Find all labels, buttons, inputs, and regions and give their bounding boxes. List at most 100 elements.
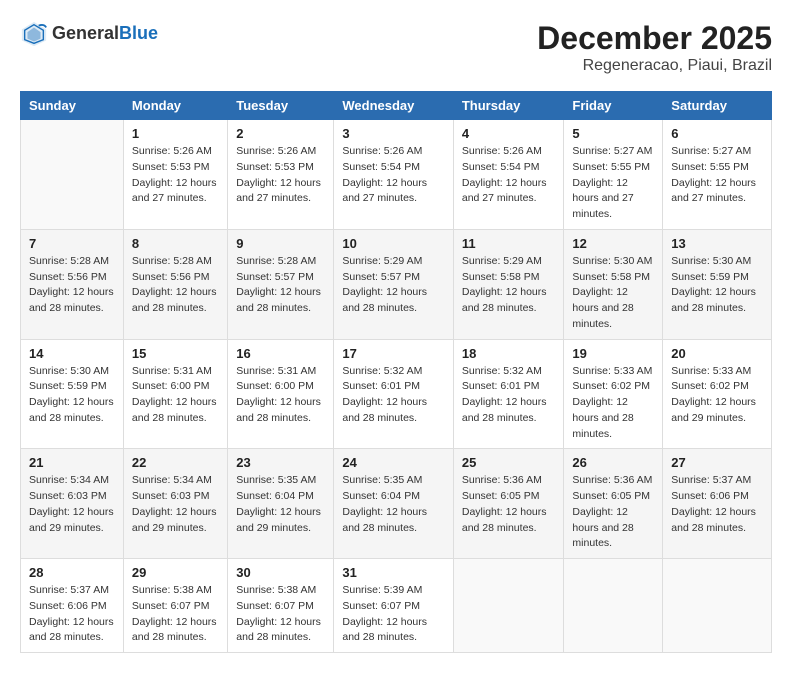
day-info: Sunrise: 5:35 AMSunset: 6:04 PMDaylight:…: [236, 473, 325, 536]
day-cell: 22 Sunrise: 5:34 AMSunset: 6:03 PMDaylig…: [123, 449, 227, 559]
day-number: 11: [462, 236, 556, 251]
day-cell: 12 Sunrise: 5:30 AMSunset: 5:58 PMDaylig…: [564, 229, 663, 339]
day-info: Sunrise: 5:26 AMSunset: 5:54 PMDaylight:…: [342, 144, 445, 207]
day-info: Sunrise: 5:29 AMSunset: 5:58 PMDaylight:…: [462, 254, 556, 317]
day-info: Sunrise: 5:29 AMSunset: 5:57 PMDaylight:…: [342, 254, 445, 317]
day-info: Sunrise: 5:30 AMSunset: 5:59 PMDaylight:…: [29, 364, 115, 427]
day-number: 8: [132, 236, 219, 251]
day-info: Sunrise: 5:30 AMSunset: 5:58 PMDaylight:…: [572, 254, 654, 333]
day-number: 22: [132, 455, 219, 470]
day-cell: 13 Sunrise: 5:30 AMSunset: 5:59 PMDaylig…: [663, 229, 772, 339]
day-number: 4: [462, 126, 556, 141]
day-cell: 7 Sunrise: 5:28 AMSunset: 5:56 PMDayligh…: [21, 229, 124, 339]
day-cell: [21, 120, 124, 230]
day-number: 23: [236, 455, 325, 470]
day-cell: 11 Sunrise: 5:29 AMSunset: 5:58 PMDaylig…: [453, 229, 564, 339]
day-cell: 29 Sunrise: 5:38 AMSunset: 6:07 PMDaylig…: [123, 559, 227, 653]
day-info: Sunrise: 5:26 AMSunset: 5:53 PMDaylight:…: [132, 144, 219, 207]
day-info: Sunrise: 5:30 AMSunset: 5:59 PMDaylight:…: [671, 254, 763, 317]
col-saturday: Saturday: [663, 92, 772, 120]
day-number: 5: [572, 126, 654, 141]
logo-blue: Blue: [119, 23, 158, 45]
day-cell: 15 Sunrise: 5:31 AMSunset: 6:00 PMDaylig…: [123, 339, 227, 449]
day-info: Sunrise: 5:28 AMSunset: 5:56 PMDaylight:…: [132, 254, 219, 317]
logo-general: General: [52, 23, 119, 45]
day-cell: 6 Sunrise: 5:27 AMSunset: 5:55 PMDayligh…: [663, 120, 772, 230]
page-header: General Blue December 2025 Regeneracao, …: [20, 20, 772, 75]
day-number: 3: [342, 126, 445, 141]
day-cell: 5 Sunrise: 5:27 AMSunset: 5:55 PMDayligh…: [564, 120, 663, 230]
day-info: Sunrise: 5:31 AMSunset: 6:00 PMDaylight:…: [132, 364, 219, 427]
week-row-3: 14 Sunrise: 5:30 AMSunset: 5:59 PMDaylig…: [21, 339, 772, 449]
day-info: Sunrise: 5:38 AMSunset: 6:07 PMDaylight:…: [236, 583, 325, 646]
day-info: Sunrise: 5:34 AMSunset: 6:03 PMDaylight:…: [29, 473, 115, 536]
day-info: Sunrise: 5:28 AMSunset: 5:56 PMDaylight:…: [29, 254, 115, 317]
day-cell: [453, 559, 564, 653]
day-info: Sunrise: 5:28 AMSunset: 5:57 PMDaylight:…: [236, 254, 325, 317]
day-number: 7: [29, 236, 115, 251]
day-cell: 1 Sunrise: 5:26 AMSunset: 5:53 PMDayligh…: [123, 120, 227, 230]
day-info: Sunrise: 5:39 AMSunset: 6:07 PMDaylight:…: [342, 583, 445, 646]
col-sunday: Sunday: [21, 92, 124, 120]
day-number: 20: [671, 346, 763, 361]
location: Regeneracao, Piaui, Brazil: [537, 57, 772, 75]
day-cell: 21 Sunrise: 5:34 AMSunset: 6:03 PMDaylig…: [21, 449, 124, 559]
day-number: 30: [236, 565, 325, 580]
day-info: Sunrise: 5:35 AMSunset: 6:04 PMDaylight:…: [342, 473, 445, 536]
day-number: 6: [671, 126, 763, 141]
day-number: 16: [236, 346, 325, 361]
day-info: Sunrise: 5:38 AMSunset: 6:07 PMDaylight:…: [132, 583, 219, 646]
day-cell: [564, 559, 663, 653]
day-number: 13: [671, 236, 763, 251]
col-thursday: Thursday: [453, 92, 564, 120]
logo-icon: [20, 20, 48, 48]
day-cell: 2 Sunrise: 5:26 AMSunset: 5:53 PMDayligh…: [228, 120, 334, 230]
day-info: Sunrise: 5:36 AMSunset: 6:05 PMDaylight:…: [462, 473, 556, 536]
week-row-5: 28 Sunrise: 5:37 AMSunset: 6:06 PMDaylig…: [21, 559, 772, 653]
day-cell: [663, 559, 772, 653]
day-cell: 28 Sunrise: 5:37 AMSunset: 6:06 PMDaylig…: [21, 559, 124, 653]
day-cell: 24 Sunrise: 5:35 AMSunset: 6:04 PMDaylig…: [334, 449, 454, 559]
day-cell: 10 Sunrise: 5:29 AMSunset: 5:57 PMDaylig…: [334, 229, 454, 339]
day-cell: 4 Sunrise: 5:26 AMSunset: 5:54 PMDayligh…: [453, 120, 564, 230]
day-cell: 3 Sunrise: 5:26 AMSunset: 5:54 PMDayligh…: [334, 120, 454, 230]
week-row-4: 21 Sunrise: 5:34 AMSunset: 6:03 PMDaylig…: [21, 449, 772, 559]
day-info: Sunrise: 5:37 AMSunset: 6:06 PMDaylight:…: [671, 473, 763, 536]
week-row-1: 1 Sunrise: 5:26 AMSunset: 5:53 PMDayligh…: [21, 120, 772, 230]
calendar-table: Sunday Monday Tuesday Wednesday Thursday…: [20, 91, 772, 653]
day-info: Sunrise: 5:26 AMSunset: 5:53 PMDaylight:…: [236, 144, 325, 207]
col-wednesday: Wednesday: [334, 92, 454, 120]
day-cell: 9 Sunrise: 5:28 AMSunset: 5:57 PMDayligh…: [228, 229, 334, 339]
day-number: 12: [572, 236, 654, 251]
day-number: 26: [572, 455, 654, 470]
day-info: Sunrise: 5:32 AMSunset: 6:01 PMDaylight:…: [342, 364, 445, 427]
day-info: Sunrise: 5:36 AMSunset: 6:05 PMDaylight:…: [572, 473, 654, 552]
day-cell: 14 Sunrise: 5:30 AMSunset: 5:59 PMDaylig…: [21, 339, 124, 449]
day-number: 2: [236, 126, 325, 141]
day-number: 1: [132, 126, 219, 141]
day-cell: 26 Sunrise: 5:36 AMSunset: 6:05 PMDaylig…: [564, 449, 663, 559]
day-number: 29: [132, 565, 219, 580]
day-number: 25: [462, 455, 556, 470]
day-number: 21: [29, 455, 115, 470]
day-info: Sunrise: 5:33 AMSunset: 6:02 PMDaylight:…: [671, 364, 763, 427]
day-number: 18: [462, 346, 556, 361]
day-info: Sunrise: 5:32 AMSunset: 6:01 PMDaylight:…: [462, 364, 556, 427]
day-cell: 27 Sunrise: 5:37 AMSunset: 6:06 PMDaylig…: [663, 449, 772, 559]
day-cell: 23 Sunrise: 5:35 AMSunset: 6:04 PMDaylig…: [228, 449, 334, 559]
col-friday: Friday: [564, 92, 663, 120]
day-cell: 19 Sunrise: 5:33 AMSunset: 6:02 PMDaylig…: [564, 339, 663, 449]
col-tuesday: Tuesday: [228, 92, 334, 120]
day-info: Sunrise: 5:27 AMSunset: 5:55 PMDaylight:…: [572, 144, 654, 223]
day-info: Sunrise: 5:26 AMSunset: 5:54 PMDaylight:…: [462, 144, 556, 207]
day-number: 27: [671, 455, 763, 470]
day-number: 28: [29, 565, 115, 580]
day-number: 15: [132, 346, 219, 361]
week-row-2: 7 Sunrise: 5:28 AMSunset: 5:56 PMDayligh…: [21, 229, 772, 339]
day-number: 14: [29, 346, 115, 361]
logo-text: General Blue: [52, 23, 158, 45]
day-info: Sunrise: 5:33 AMSunset: 6:02 PMDaylight:…: [572, 364, 654, 443]
day-cell: 25 Sunrise: 5:36 AMSunset: 6:05 PMDaylig…: [453, 449, 564, 559]
day-cell: 20 Sunrise: 5:33 AMSunset: 6:02 PMDaylig…: [663, 339, 772, 449]
day-info: Sunrise: 5:31 AMSunset: 6:00 PMDaylight:…: [236, 364, 325, 427]
